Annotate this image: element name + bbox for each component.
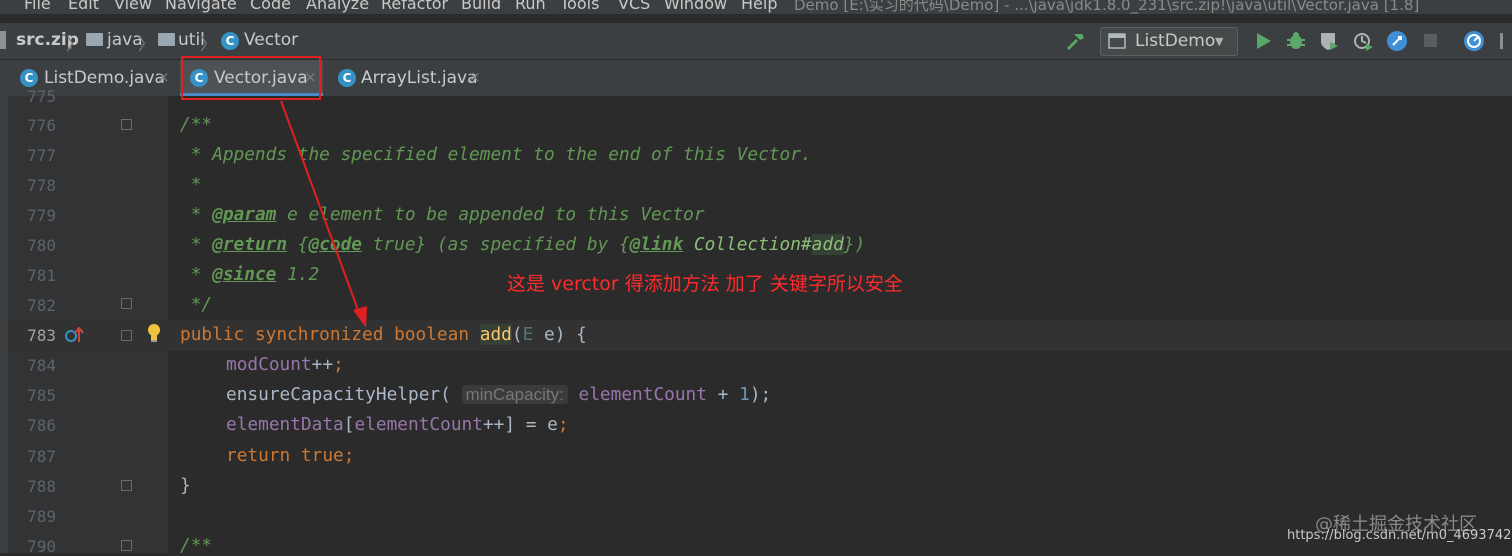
watermark-url: https://blog.csdn.net/m0_46937429 <box>1287 528 1512 543</box>
annotation-text: 这是 verctor 得添加方法 加了 关键字所以安全 <box>507 273 903 295</box>
